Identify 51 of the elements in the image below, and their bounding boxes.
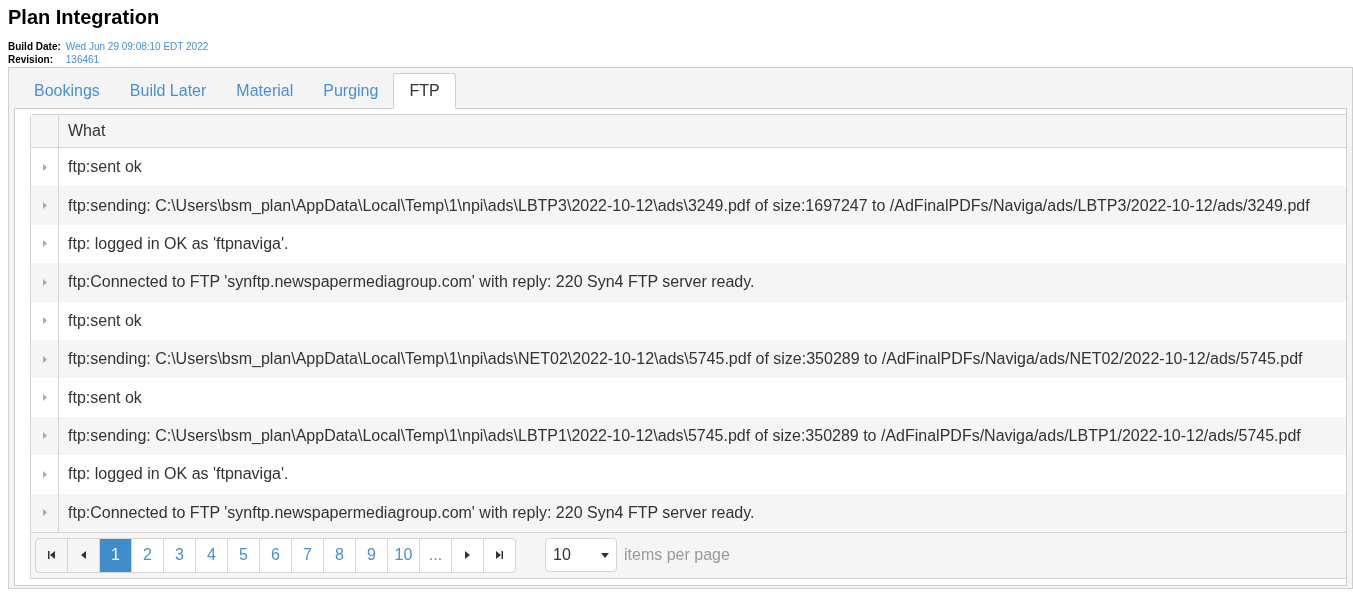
table-cell-text: ftp:sent ok (67, 387, 142, 408)
expand-arrow-icon[interactable] (42, 240, 47, 248)
page-size-label: items per page (624, 545, 730, 566)
page-button[interactable]: 3 (163, 537, 196, 573)
info-label: Build Date: (8, 40, 62, 53)
expand-arrow-icon[interactable] (42, 394, 47, 402)
page-title: Plan Integration (8, 5, 161, 29)
first-page-icon (48, 551, 55, 560)
info-value: 136461 (65, 53, 101, 66)
table-cell-text: ftp:sending: C:\Users\bsm_plan\AppData\Local\Temp\1\npi\ads\LBTP3\2022-10-12\ads\3249.pdf of size:1697247 to /AdFinalPDFs/Naviga/ads/LBTP3/2022-10-12/ads/3249.pdf (67, 195, 1310, 216)
page-button[interactable]: 5 (227, 537, 260, 573)
tab[interactable]: FTP (393, 73, 456, 109)
page-button[interactable]: 4 (195, 537, 228, 573)
page-size-dropdown[interactable]: 10 (545, 538, 617, 573)
tab[interactable]: Bookings (19, 73, 115, 108)
info-value: Wed Jun 29 09:08:10 EDT 2022 (65, 40, 210, 53)
expand-arrow-icon[interactable] (42, 202, 47, 210)
expand-arrow-icon[interactable] (42, 509, 47, 517)
page-button[interactable]: 8 (323, 537, 356, 573)
page-button[interactable]: ... (419, 537, 452, 573)
expand-arrow-icon[interactable] (42, 355, 47, 363)
first-page-button[interactable] (35, 537, 68, 573)
expand-arrow-icon[interactable] (42, 470, 47, 478)
dropdown-caret-icon (601, 552, 609, 558)
expand-arrow-icon[interactable] (42, 432, 47, 440)
last-page-icon (496, 551, 503, 560)
table-cell-text: ftp: logged in OK as 'ftpnaviga'. (67, 464, 289, 485)
table-cell-text: ftp:Connected to FTP 'synftp.newspapermediagroup.com' with reply: 220 Syn4 FTP server ready. (67, 502, 755, 523)
table-cell-text: ftp:sending: C:\Users\bsm_plan\AppData\Local\Temp\1\npi\ads\LBTP1\2022-10-12\ads\5745.pdf of size:350289 to /AdFinalPDFs/Naviga/ads/LBTP1/2022-10-12/ads/5745.pdf (67, 425, 1301, 446)
page-button[interactable]: 9 (355, 537, 388, 573)
table-cell-text: ftp:Connected to FTP 'synftp.newspapermediagroup.com' with reply: 220 Syn4 FTP server ready. (67, 272, 755, 293)
table-cell-text: ftp:sent ok (67, 310, 142, 331)
tab[interactable]: Build Later (114, 73, 222, 108)
tab[interactable]: Purging (308, 73, 394, 108)
previous-page-icon (81, 551, 86, 560)
table-cell-text: ftp:sending: C:\Users\bsm_plan\AppData\Local\Temp\1\npi\ads\NET02\2022-10-12\ads\5745.pdf of size:350289 to /AdFinalPDFs/Naviga/ads/NET02/2022-10-12/ads/5745.pdf (67, 349, 1303, 370)
last-page-button[interactable] (483, 537, 516, 573)
page-button[interactable]: 6 (259, 537, 292, 573)
page-button[interactable]: 1 (99, 537, 132, 573)
page-button[interactable]: 2 (131, 537, 164, 573)
table-cell-text: ftp: logged in OK as 'ftpnaviga'. (67, 233, 289, 254)
page-button[interactable]: 7 (291, 537, 324, 573)
page-button[interactable]: 10 (387, 537, 420, 573)
column-header[interactable]: What (59, 115, 106, 147)
table-cell-text: ftp:sent ok (67, 157, 142, 178)
expand-arrow-icon[interactable] (42, 278, 47, 286)
next-page-icon (465, 551, 470, 560)
tab[interactable]: Material (221, 73, 309, 108)
expand-arrow-icon[interactable] (42, 317, 47, 325)
expand-arrow-icon[interactable] (42, 163, 47, 171)
info-label: Revision: (8, 53, 54, 66)
